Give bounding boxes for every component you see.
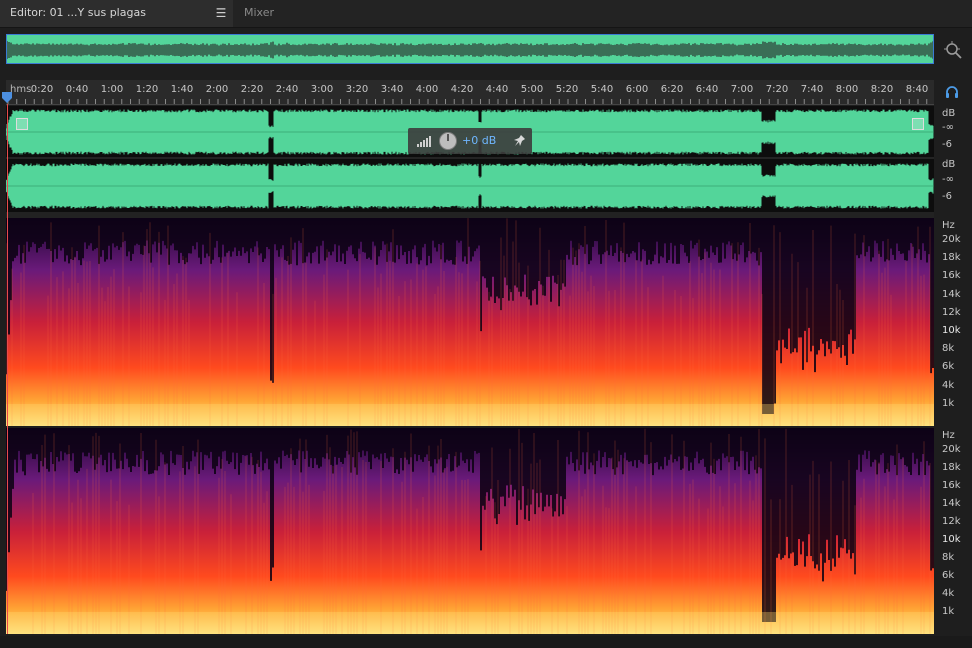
- hz-scale-label: 4k: [942, 588, 955, 599]
- pin-icon[interactable]: [514, 134, 526, 148]
- ruler-tick-label: 3:20: [345, 84, 369, 95]
- ruler-tick-label: 6:40: [695, 84, 719, 95]
- hz-scale-label: 8k: [942, 343, 955, 355]
- db-minus6-ch1: -6: [942, 139, 952, 150]
- playhead-handle[interactable]: [1, 92, 13, 104]
- fade-in-handle[interactable]: [16, 118, 28, 130]
- ruler-tick-label: 2:20: [240, 84, 264, 95]
- ruler-tick-label: 7:20: [765, 84, 789, 95]
- hz-scale-label: 14k: [942, 498, 961, 509]
- ruler-tick-label: 5:00: [520, 84, 544, 95]
- db-unit-ch2: dB: [942, 159, 956, 170]
- hz-unit-label: Hz: [942, 220, 955, 231]
- db-unit-ch1: dB: [942, 108, 956, 119]
- ruler-tick-label: 7:00: [730, 84, 754, 95]
- frequency-scale-left[interactable]: Hz 20k 18k 16k 14k 12k 10k 8k 6k 4k 1k: [938, 218, 972, 426]
- ruler-tick-label: 5:20: [555, 84, 579, 95]
- hz-scale-label: 10k: [942, 534, 961, 545]
- ruler-tick-label: 1:40: [170, 84, 194, 95]
- hz-scale-label: 1k: [942, 606, 955, 617]
- tab-mixer-label: Mixer: [244, 6, 275, 19]
- ruler-tick-label: 6:20: [660, 84, 684, 95]
- fade-out-handle[interactable]: [912, 118, 924, 130]
- spectrogram-left: [6, 218, 934, 426]
- level-meter-icon: [416, 134, 434, 148]
- hz-scale-label: 8k: [942, 552, 955, 563]
- splitter-grip-icon[interactable]: [494, 213, 518, 222]
- time-ruler[interactable]: hms 0:20 0:40 1:00 1:20 1:40 2:00 2:20 2:40 3:00…: [6, 80, 934, 105]
- ruler-tick-label: 0:40: [65, 84, 89, 95]
- volume-hud[interactable]: +0 dB: [408, 128, 532, 154]
- headphones-icon[interactable]: [944, 84, 960, 100]
- ruler-unit-label: hms: [10, 84, 32, 95]
- overview-waveform[interactable]: [6, 34, 934, 64]
- ruler-tick-label: 2:00: [205, 84, 229, 95]
- hz-scale-label: 18k: [942, 462, 961, 473]
- hz-scale-label: 16k: [942, 480, 961, 491]
- ruler-tick-label: 4:20: [450, 84, 474, 95]
- hz-scale-label: 4k: [942, 379, 955, 391]
- tab-mixer[interactable]: Mixer: [234, 0, 294, 27]
- hz-scale-label: 18k: [942, 252, 961, 264]
- hz-unit-label: Hz: [942, 430, 955, 441]
- overview-waveform-graphic: [7, 41, 933, 59]
- amplitude-scale[interactable]: dB -∞ -6 dB -∞ -6: [938, 106, 972, 212]
- ruler-tick-label: 8:40: [905, 84, 929, 95]
- hz-scale-label: 6k: [942, 361, 955, 373]
- hz-scale-label: 14k: [942, 288, 961, 300]
- ruler-tick-label: 7:40: [800, 84, 824, 95]
- db-inf-ch2: -∞: [942, 174, 954, 185]
- spectral-display-right[interactable]: [6, 428, 934, 634]
- spectral-display-left[interactable]: [6, 218, 934, 426]
- playhead-line: [7, 104, 8, 634]
- ruler-tick-label: 8:20: [870, 84, 894, 95]
- tab-bar: Editor: 01 ...Y sus plagas invocaron.mp3…: [0, 0, 972, 45]
- hz-scale-label: 16k: [942, 270, 961, 282]
- ruler-tick-label: 1:00: [100, 84, 124, 95]
- hz-scale-label: 12k: [942, 306, 961, 318]
- waveform-graphic: [6, 109, 934, 209]
- db-inf-ch1: -∞: [942, 122, 954, 133]
- zoom-in-icon[interactable]: [942, 39, 964, 61]
- ruler-tick-label: 0:20: [30, 84, 54, 95]
- transport-bar: [0, 636, 972, 648]
- gain-value: +0 dB: [462, 134, 497, 147]
- ruler-tick-label: 1:20: [135, 84, 159, 95]
- ruler-tick-label: 4:40: [485, 84, 509, 95]
- hz-scale-label: 20k: [942, 234, 961, 245]
- gain-knob[interactable]: [438, 131, 458, 151]
- ruler-tick-label: 5:40: [590, 84, 614, 95]
- tab-menu-icon[interactable]: ☰: [214, 0, 228, 27]
- hz-scale-label: 1k: [942, 397, 955, 409]
- hz-scale-label: 10k: [942, 325, 961, 336]
- hz-scale-label: 12k: [942, 516, 961, 527]
- frequency-scale-right[interactable]: Hz 20k 18k 16k 14k 12k 10k 8k 6k 4k 1k: [938, 428, 972, 634]
- ruler-tick-label: 6:00: [625, 84, 649, 95]
- ruler-tick-label: 3:40: [380, 84, 404, 95]
- ruler-tick-label: 3:00: [310, 84, 334, 95]
- ruler-tick-label: 8:00: [835, 84, 859, 95]
- ruler-tick-label: 2:40: [275, 84, 299, 95]
- tab-editor[interactable]: Editor: 01 ...Y sus plagas invocaron.mp3: [0, 0, 233, 45]
- hz-scale-label: 6k: [942, 570, 955, 581]
- waveform-editor[interactable]: [6, 106, 934, 212]
- spectrogram-right: [6, 428, 934, 634]
- ruler-tick-label: 4:00: [415, 84, 439, 95]
- db-minus6-ch2: -6: [942, 191, 952, 202]
- hz-scale-label: 20k: [942, 444, 961, 455]
